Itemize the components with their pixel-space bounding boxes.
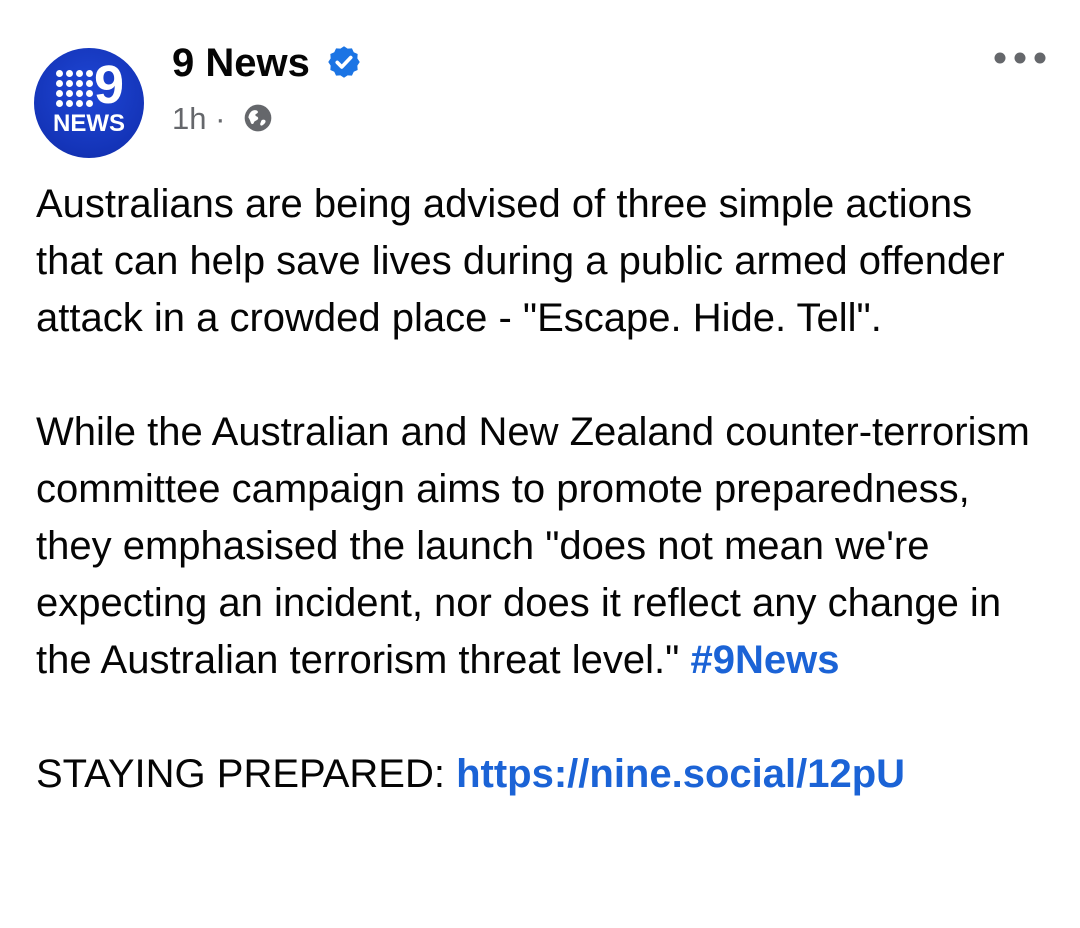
post-paragraph: While the Australian and New Zealand cou… xyxy=(36,404,1046,689)
page-avatar[interactable]: 9 NEWS xyxy=(34,48,144,158)
post-header: 9 NEWS 9 News 1h · xyxy=(34,38,1054,158)
hashtag-link[interactable]: #9News xyxy=(690,638,839,682)
post-paragraph-text: While the Australian and New Zealand cou… xyxy=(36,410,1030,682)
page-name[interactable]: 9 News xyxy=(172,40,310,86)
more-options-icon[interactable] xyxy=(992,46,1048,70)
post-paragraph: Australians are being advised of three s… xyxy=(36,182,1005,340)
nine-logo-dots xyxy=(56,70,96,110)
globe-icon xyxy=(244,104,272,132)
nine-logo-word: NEWS xyxy=(53,110,125,137)
nine-logo-number: 9 xyxy=(94,55,125,115)
post-paragraph-text: STAYING PREPARED: xyxy=(36,752,457,796)
post-body: Australians are being advised of three s… xyxy=(36,176,1046,803)
post-time[interactable]: 1h xyxy=(172,101,206,136)
post-meta: 1h · xyxy=(172,100,225,138)
meta-separator: · xyxy=(215,101,226,136)
verified-badge-icon xyxy=(328,46,360,78)
post-paragraph: STAYING PREPARED: https://nine.social/12… xyxy=(36,746,1046,803)
url-link[interactable]: https://nine.social/12pU xyxy=(456,752,905,796)
